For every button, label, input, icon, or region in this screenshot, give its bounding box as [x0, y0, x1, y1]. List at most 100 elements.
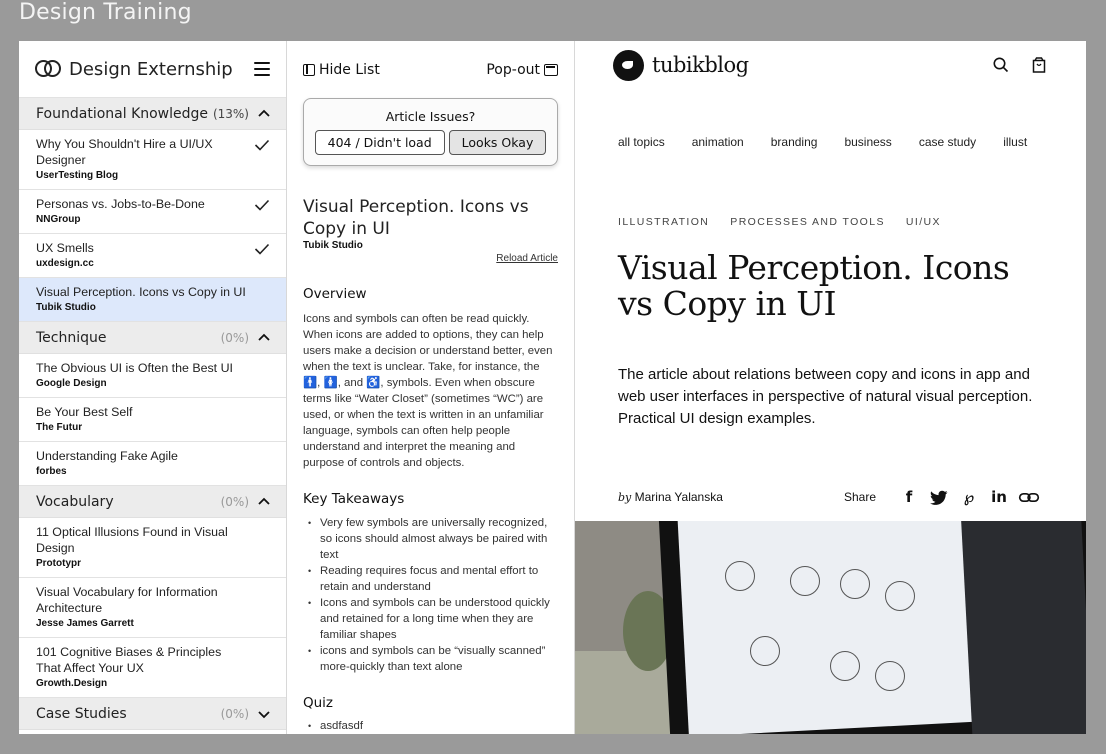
chevron-up-icon[interactable]: [258, 496, 270, 508]
item-source: UserTesting Blog: [36, 170, 119, 181]
quiz-item[interactable]: asdfasdf: [303, 718, 558, 734]
tubik-logo-icon: [613, 49, 644, 81]
link-icon[interactable]: [1018, 491, 1040, 504]
list-item[interactable]: Be Your Best Self The Futur: [19, 398, 286, 442]
app-frame: Design Externship Foundational Knowledge…: [19, 41, 1086, 734]
item-title: Be Your Best Self: [36, 405, 133, 419]
item-title: Why You Shouldn't Hire a UI/UX Designer: [36, 137, 213, 167]
section-header[interactable]: Technique (0%): [19, 322, 286, 354]
list-item[interactable]: Understanding Fake Agile forbes: [19, 442, 286, 486]
item-source: Google Design: [36, 378, 107, 389]
takeaways-list: Very few symbols are universally recogni…: [303, 515, 558, 675]
section-progress: (0%): [220, 330, 249, 345]
twitter-icon[interactable]: [928, 490, 950, 505]
item-source: uxdesign.cc: [36, 258, 94, 269]
sidebar-header: Design Externship: [19, 41, 286, 98]
didnt-load-button[interactable]: 404 / Didn't load: [314, 130, 445, 155]
pop-out-button[interactable]: Pop-out: [486, 62, 558, 78]
takeaway-item: Icons and symbols can be understood quic…: [303, 595, 558, 643]
list-item[interactable]: Why You Shouldn't Hire a UI/UX Designer U…: [19, 130, 286, 190]
pop-out-icon: [544, 63, 558, 76]
topic-link[interactable]: animation: [692, 135, 744, 149]
topic-link[interactable]: business: [844, 135, 891, 149]
item-title: Visual Perception. Icons vs Copy in UI: [36, 285, 246, 299]
tag-link[interactable]: PROCESSES AND TOOLS: [730, 216, 885, 228]
section-header[interactable]: Foundational Knowledge (13%): [19, 98, 286, 130]
share-label: Share: [843, 490, 876, 504]
topic-link[interactable]: case study: [919, 135, 976, 149]
article-issues-box: Article Issues? 404 / Didn't load Looks …: [303, 98, 558, 166]
window-title: Design Training: [19, 0, 192, 25]
shopping-bag-icon[interactable]: [1030, 56, 1048, 74]
blog-header: tubikblog: [575, 41, 1086, 89]
section-progress: (0%): [220, 706, 249, 721]
facebook-icon[interactable]: f: [898, 488, 920, 506]
sidebar: Design Externship Foundational Knowledge…: [19, 41, 287, 734]
article-summary-panel: Hide List Pop-out Article Issues? 404 / …: [287, 41, 575, 734]
section-title: Technique: [36, 329, 107, 346]
chevron-down-icon[interactable]: [258, 708, 270, 720]
issues-title: Article Issues?: [385, 109, 476, 124]
section-title: Foundational Knowledge: [36, 105, 209, 122]
chevron-up-icon[interactable]: [258, 332, 270, 344]
app-name: Design Externship: [69, 58, 233, 80]
blog-logo[interactable]: tubikblog: [613, 49, 972, 81]
section-progress: (0%): [220, 494, 249, 509]
article-title: Visual Perception. Icons vs Copy in UI: [303, 197, 529, 239]
list-item[interactable]: Visual Perception. Icons vs Copy in UI Tu…: [19, 278, 286, 322]
blog-article-description: The article about relations between copy…: [618, 366, 1033, 427]
section-title: Vocabulary: [36, 493, 114, 510]
list-item[interactable]: 101 Cognitive Biases & Principles That A…: [19, 638, 286, 698]
tag-link[interactable]: UI/UX: [906, 216, 941, 228]
item-source: forbes: [36, 466, 67, 477]
linkedin-icon[interactable]: in: [988, 488, 1010, 506]
article-hero-image: [575, 521, 1086, 734]
section-progress: (13%): [212, 106, 249, 121]
overview-heading: Overview: [303, 286, 367, 302]
item-title: Personas vs. Jobs-to-Be-Done: [36, 197, 205, 211]
logo-icon: [35, 60, 61, 78]
looks-okay-button[interactable]: Looks Okay: [448, 130, 547, 155]
list-item[interactable]: Visual Vocabulary for Information Archit…: [19, 578, 286, 638]
search-icon[interactable]: [992, 56, 1010, 74]
topic-link[interactable]: all topics: [618, 135, 665, 149]
item-title: UX Smells: [36, 241, 94, 255]
overview-text: Icons and symbols can often be read quic…: [303, 313, 553, 469]
takeaway-item: Very few symbols are universally recogni…: [303, 515, 558, 563]
panel-toolbar: Hide List Pop-out: [287, 41, 574, 98]
list-item[interactable]: The Obvious UI is Often the Best UI Googl…: [19, 354, 286, 398]
quiz-heading: Quiz: [303, 695, 334, 711]
author-name[interactable]: Marina Yalanska: [635, 490, 723, 504]
item-source: The Futur: [36, 422, 83, 433]
list-item[interactable]: 11 Optical Illusions Found in Visual Des…: [19, 518, 286, 578]
blog-article-title: Visual Perception. Icons vs Copy in UI: [618, 248, 1010, 323]
tag-link[interactable]: ILLUSTRATION: [618, 216, 709, 228]
chevron-up-icon[interactable]: [258, 108, 270, 120]
hide-list-button[interactable]: Hide List: [303, 62, 380, 78]
section-header[interactable]: Vocabulary (0%): [19, 486, 286, 518]
check-icon: [254, 242, 270, 256]
sidebar-toggle-icon: [303, 63, 315, 76]
pop-out-label: Pop-out: [486, 61, 540, 78]
pinterest-icon[interactable]: ℘: [958, 488, 980, 506]
takeaway-item: Reading requires focus and mental effort…: [303, 563, 558, 595]
topic-link[interactable]: branding: [771, 135, 818, 149]
article-tags: ILLUSTRATION PROCESSES AND TOOLS UI/UX: [575, 216, 1086, 228]
takeaways-heading: Key Takeaways: [303, 491, 405, 507]
list-item[interactable]: Personas vs. Jobs-to-Be-Done NNGroup: [19, 190, 286, 234]
item-title: The Obvious UI is Often the Best UI: [36, 361, 233, 375]
section-header[interactable]: Case Studies (0%): [19, 698, 286, 730]
article-webview: tubikblog all topics animation branding bus…: [575, 41, 1086, 734]
item-source: Jesse James Garrett: [36, 618, 134, 629]
quiz-list: asdfasdfasdf: [303, 718, 558, 734]
menu-icon[interactable]: [254, 62, 270, 76]
topic-link[interactable]: illust: [1003, 135, 1027, 149]
topic-nav: all topics animation branding business case …: [575, 135, 1086, 149]
item-source: Tubik Studio: [36, 302, 96, 313]
item-title: Visual Vocabulary for Information Archit…: [36, 585, 218, 615]
list-item[interactable]: UX Smells uxdesign.cc: [19, 234, 286, 278]
hide-list-label: Hide List: [319, 61, 380, 78]
check-icon: [254, 138, 270, 152]
takeaway-item: icons and symbols can be “visually scann…: [303, 643, 558, 675]
reload-article-link[interactable]: Reload Article: [287, 253, 558, 264]
